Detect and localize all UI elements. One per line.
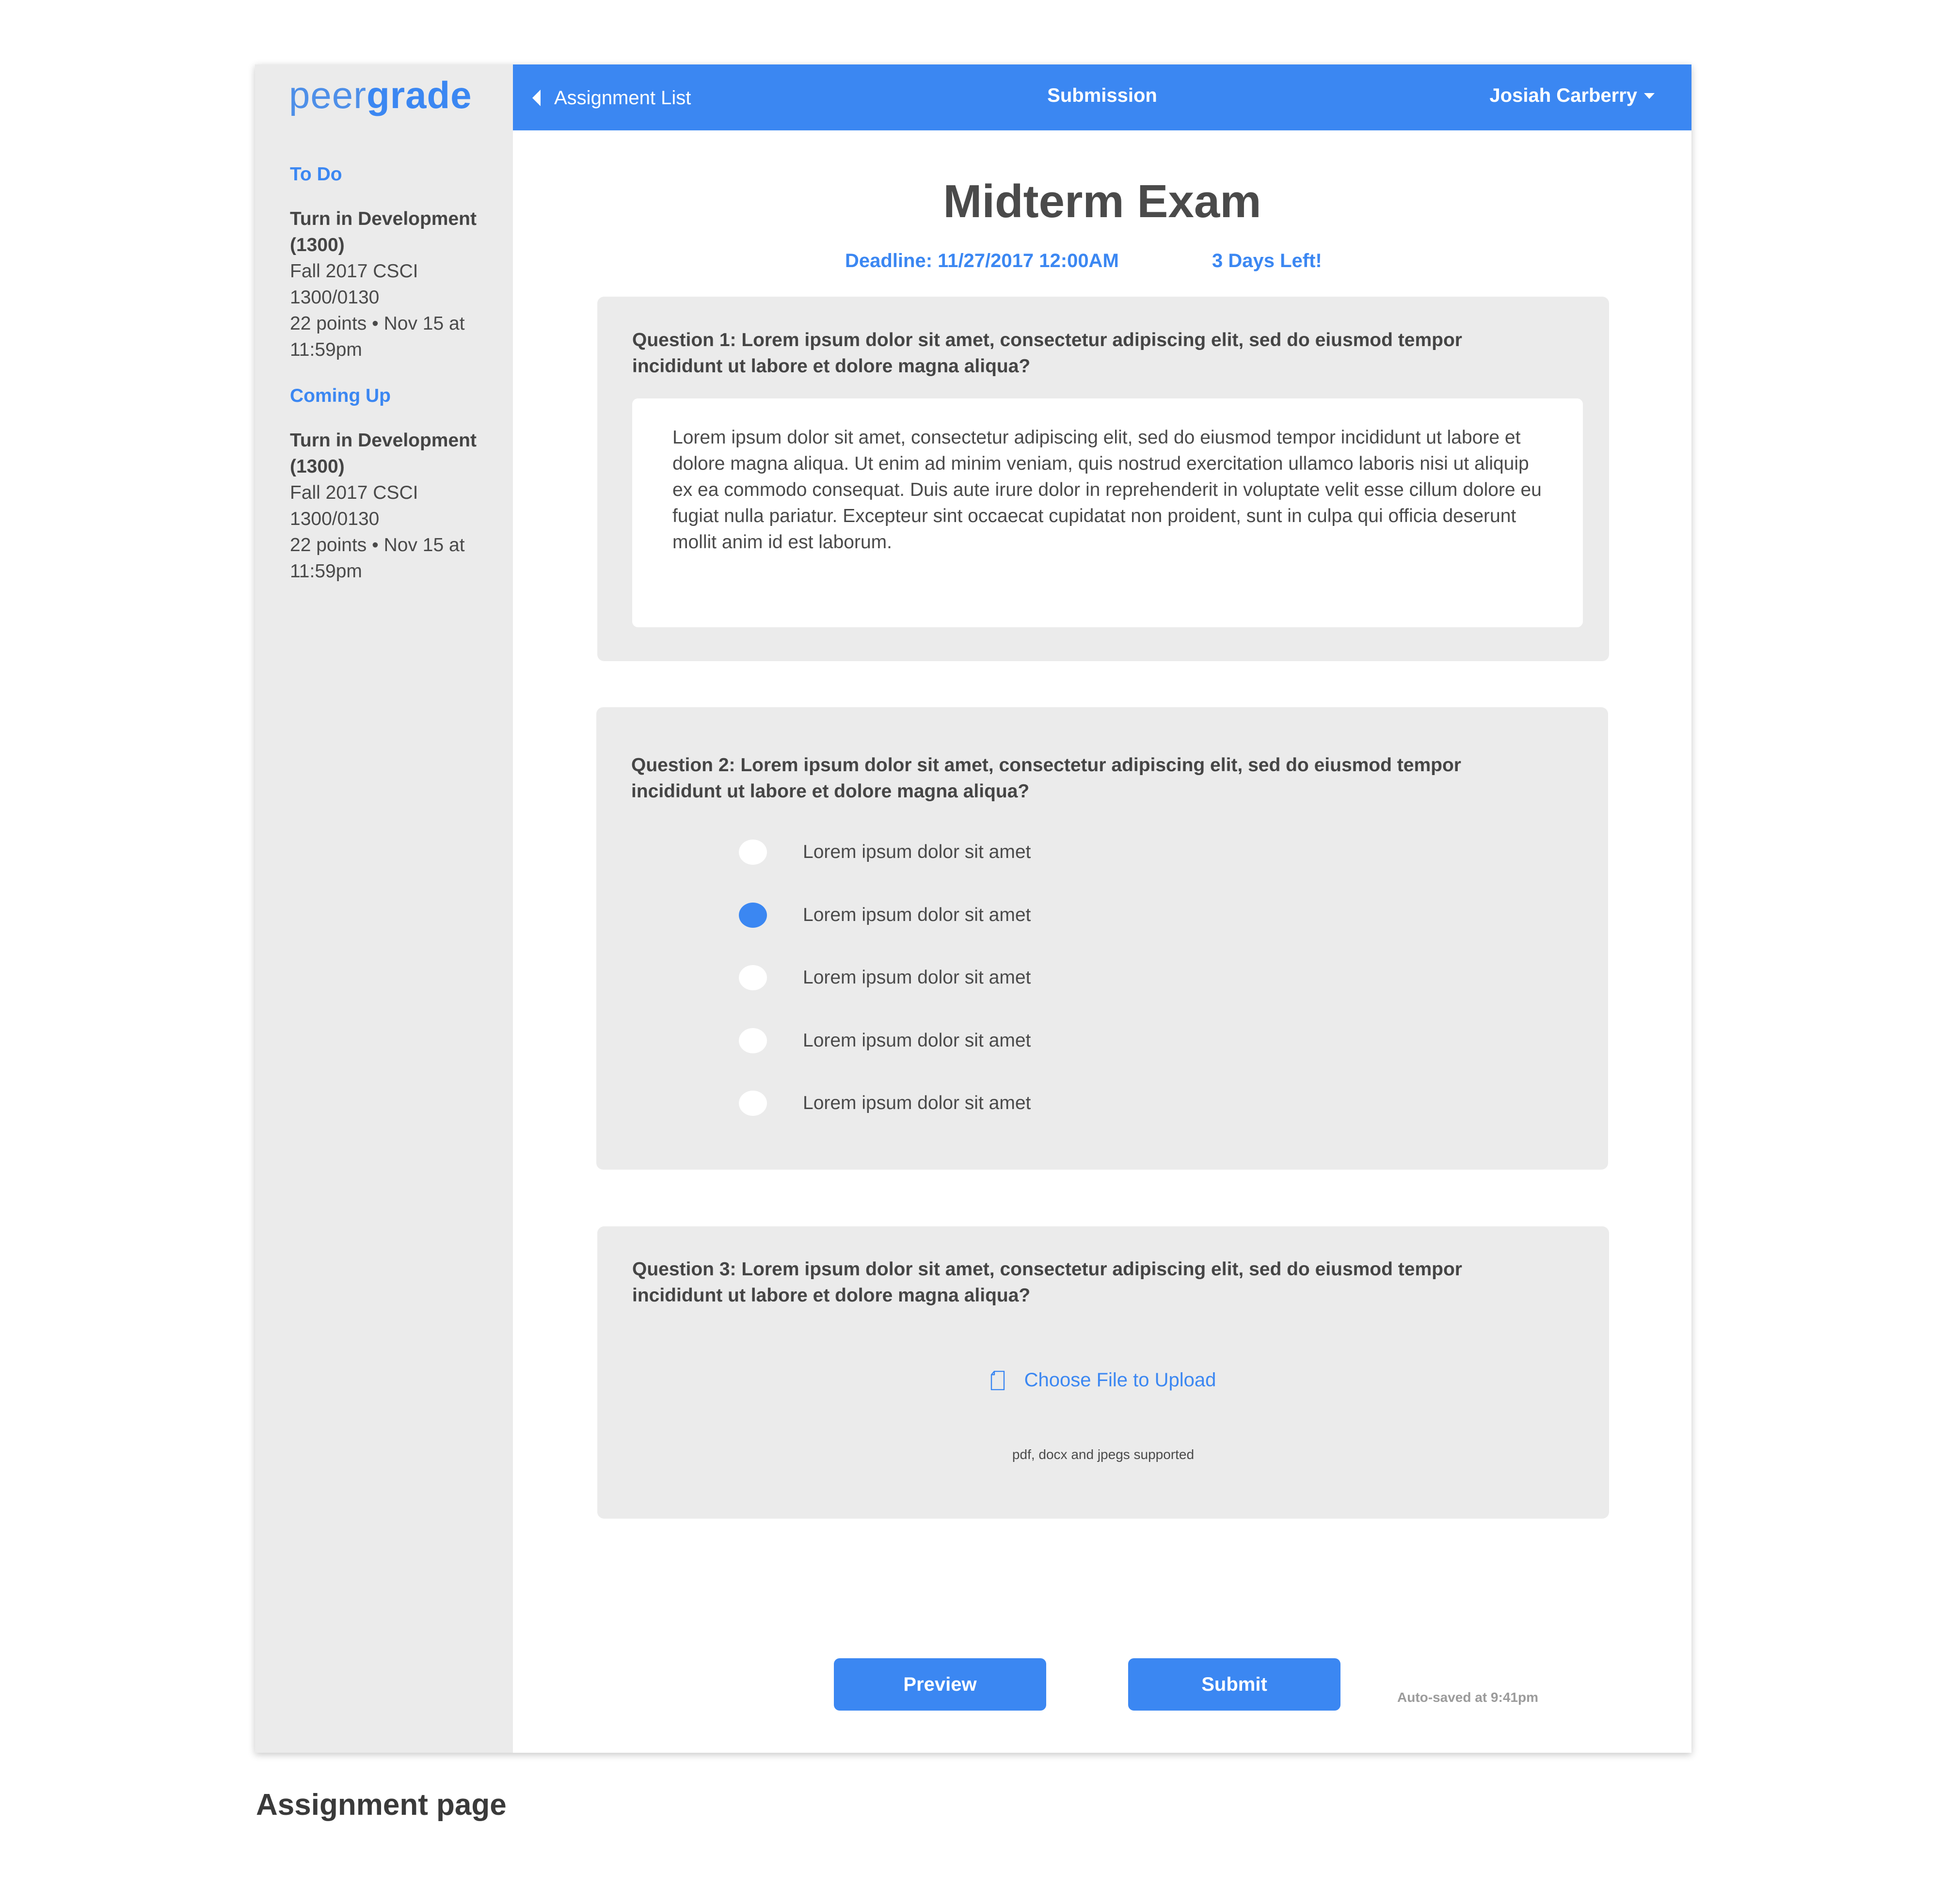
user-name: Josiah Carberry	[1489, 85, 1637, 106]
coming-item-meta-line2: 11:59pm	[290, 561, 362, 582]
radio-button-selected[interactable]	[739, 903, 767, 928]
question-card-1: Question 1: Lorem ipsum dolor sit amet, …	[597, 297, 1609, 661]
sidebar: peergrade To Do Turn in Development (130…	[255, 64, 513, 1753]
coming-up-item[interactable]: Turn in Development (1300) Fall 2017 CSC…	[290, 428, 494, 585]
days-left-text: 3 Days Left!	[1212, 250, 1322, 271]
radio-button[interactable]	[739, 1091, 767, 1116]
question-card-3: Question 3: Lorem ipsum dolor sit amet, …	[597, 1226, 1609, 1519]
radio-option-label: Lorem ipsum dolor sit amet	[803, 967, 1031, 988]
todo-section-title: To Do	[290, 164, 342, 185]
todo-item-meta-line1: 22 points • Nov 15 at	[290, 313, 465, 334]
autosave-status: Auto-saved at 9:41pm	[1397, 1690, 1538, 1705]
radio-option-label: Lorem ipsum dolor sit amet	[803, 1030, 1031, 1051]
radio-button[interactable]	[739, 965, 767, 990]
todo-item-meta-line2: 11:59pm	[290, 339, 362, 360]
page: peergrade To Do Turn in Development (130…	[0, 0, 1946, 1904]
radio-option-4[interactable]: Lorem ipsum dolor sit amet	[739, 1026, 1031, 1055]
todo-item-course-line1: Fall 2017 CSCI	[290, 261, 418, 282]
coming-item-title-line2: (1300)	[290, 456, 345, 477]
question-1-answer-field[interactable]: Lorem ipsum dolor sit amet, consectetur …	[632, 398, 1583, 627]
question-1-answer-text: Lorem ipsum dolor sit amet, consectetur …	[672, 427, 1542, 553]
preview-button[interactable]: Preview	[834, 1658, 1046, 1711]
radio-option-label: Lorem ipsum dolor sit amet	[803, 841, 1031, 862]
coming-item-title-line1: Turn in Development	[290, 430, 477, 451]
question-card-2: Question 2: Lorem ipsum dolor sit amet, …	[596, 707, 1608, 1170]
todo-item-title-line1: Turn in Development	[290, 208, 477, 229]
supported-formats-note: pdf, docx and jpegs supported	[1012, 1447, 1195, 1462]
coming-item-course-line2: 1300/0130	[290, 508, 380, 529]
choose-file-label: Choose File to Upload	[1024, 1369, 1216, 1391]
top-bar: Assignment List Submission Josiah Carber…	[513, 64, 1691, 130]
coming-item-course-line1: Fall 2017 CSCI	[290, 482, 418, 503]
radio-option-1[interactable]: Lorem ipsum dolor sit amet	[739, 838, 1031, 867]
exam-title: Midterm Exam	[943, 175, 1261, 227]
caret-down-icon	[1644, 93, 1655, 99]
todo-item-course-line2: 1300/0130	[290, 287, 380, 308]
peergrade-logo[interactable]: peergrade	[289, 73, 472, 117]
logo-part-grade: grade	[367, 74, 472, 116]
radio-option-label: Lorem ipsum dolor sit amet	[803, 904, 1031, 925]
radio-option-label: Lorem ipsum dolor sit amet	[803, 1093, 1031, 1113]
radio-option-3[interactable]: Lorem ipsum dolor sit amet	[739, 963, 1031, 992]
question-3-text: Question 3: Lorem ipsum dolor sit amet, …	[632, 1259, 1462, 1306]
radio-button[interactable]	[739, 1028, 767, 1053]
radio-option-5[interactable]: Lorem ipsum dolor sit amet	[739, 1089, 1031, 1118]
radio-option-2[interactable]: Lorem ipsum dolor sit amet	[739, 901, 1031, 930]
logo-part-peer: peer	[289, 74, 367, 116]
coming-item-meta-line1: 22 points • Nov 15 at	[290, 535, 465, 555]
question-1-text: Question 1: Lorem ipsum dolor sit amet, …	[632, 330, 1462, 377]
file-icon	[990, 1370, 1005, 1390]
todo-item[interactable]: Turn in Development (1300) Fall 2017 CSC…	[290, 206, 494, 363]
page-caption: Assignment page	[256, 1788, 507, 1822]
choose-file-button[interactable]: Choose File to Upload	[597, 1369, 1609, 1391]
todo-item-title-line2: (1300)	[290, 235, 345, 255]
app-window: peergrade To Do Turn in Development (130…	[255, 64, 1691, 1753]
coming-up-section-title: Coming Up	[290, 385, 391, 406]
deadline-text: Deadline: 11/27/2017 12:00AM	[845, 250, 1119, 271]
radio-button[interactable]	[739, 840, 767, 865]
user-menu[interactable]: Josiah Carberry	[1489, 85, 1655, 107]
question-2-text: Question 2: Lorem ipsum dolor sit amet, …	[631, 755, 1461, 802]
submit-button[interactable]: Submit	[1128, 1658, 1340, 1711]
